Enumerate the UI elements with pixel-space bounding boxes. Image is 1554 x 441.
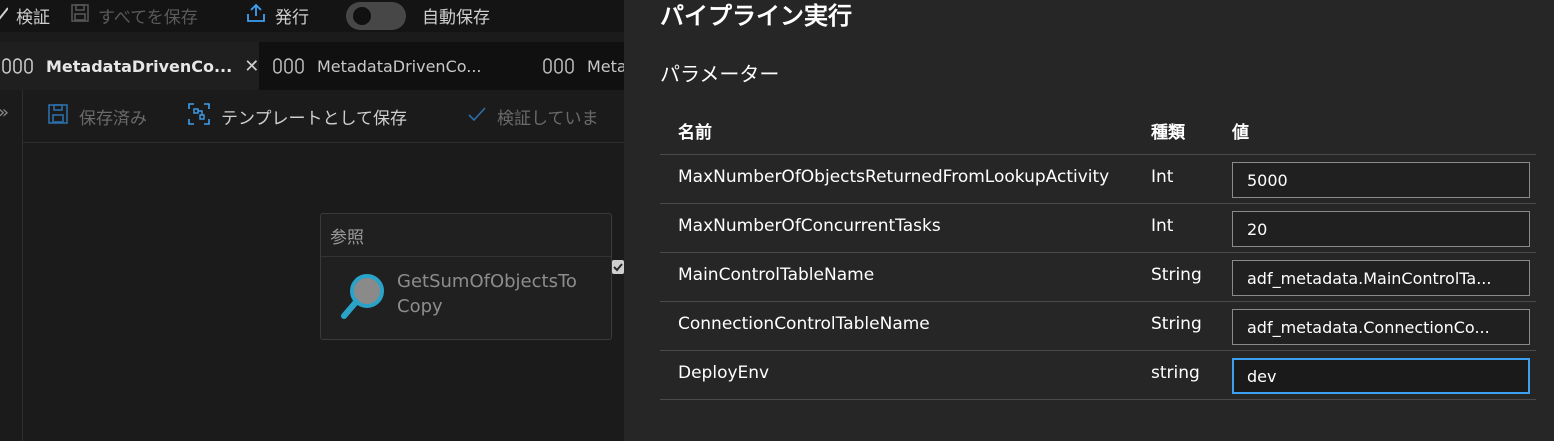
- pipeline-toolbar: 保存済み テンプレートとして保存 検証していま: [23, 90, 624, 143]
- table-row: MaxNumberOfConcurrentTasks Int: [660, 204, 1536, 253]
- table-row: DeployEnv string: [660, 351, 1536, 400]
- panel-subtitle: パラメーター: [660, 62, 780, 86]
- parameter-value-input[interactable]: [1232, 358, 1530, 394]
- parameter-type: String: [1151, 265, 1202, 285]
- parameter-type: Int: [1151, 167, 1174, 187]
- save-as-template-button[interactable]: テンプレートとして保存: [187, 90, 407, 142]
- save-template-label: テンプレートとして保存: [221, 108, 407, 129]
- activity-name: GetSumOfObjectsToCopy: [397, 271, 577, 317]
- save-icon: [47, 103, 69, 130]
- validate-all-button[interactable]: 検証: [0, 0, 50, 30]
- upload-icon: [245, 2, 267, 29]
- parameter-name: MaxNumberOfConcurrentTasks: [678, 216, 941, 236]
- parameter-value-input[interactable]: [1232, 162, 1530, 198]
- success-connector-icon[interactable]: [612, 260, 624, 274]
- autosave-toggle[interactable]: [346, 2, 406, 30]
- tab-pipeline-3[interactable]: Meta: [529, 42, 624, 90]
- factory-toolbar: 検証 すべてを保存 発行 自動保存: [0, 0, 624, 32]
- saved-button[interactable]: 保存済み: [47, 90, 147, 142]
- save-all-button[interactable]: すべてを保存: [70, 0, 198, 30]
- table-row: MainControlTableName String: [660, 253, 1536, 302]
- autosave-label: 自動保存: [422, 7, 490, 28]
- column-name-header: 名前: [678, 123, 712, 143]
- column-value-header: 値: [1232, 123, 1249, 143]
- parameter-value-input[interactable]: [1232, 211, 1530, 247]
- parameter-type: string: [1151, 363, 1200, 383]
- parameters-table: 名前 種類 値 MaxNumberOfObjectsReturnedFromLo…: [660, 106, 1536, 400]
- tab-pipeline-1[interactable]: MetadataDrivenCo... ✕: [0, 42, 259, 90]
- parameter-value-input[interactable]: [1232, 309, 1530, 345]
- parameter-name: MainControlTableName: [678, 265, 875, 285]
- toggle-knob: [353, 7, 371, 25]
- pipeline-icon: [543, 57, 577, 75]
- parameter-value-input[interactable]: [1232, 260, 1530, 296]
- column-type-header: 種類: [1151, 123, 1185, 143]
- validate-button[interactable]: 検証していま: [467, 90, 599, 142]
- pipeline-icon: [2, 57, 36, 75]
- pipeline-tabs: MetadataDrivenCo... ✕ MetadataDrivenCo..…: [0, 42, 624, 90]
- table-row: MaxNumberOfObjectsReturnedFromLookupActi…: [660, 155, 1536, 204]
- lookup-activity[interactable]: 参照 GetSumOfObjectsToCopy: [320, 213, 612, 340]
- parameter-name: MaxNumberOfObjectsReturnedFromLookupActi…: [678, 167, 1110, 187]
- validate-all-label: 検証: [16, 7, 50, 28]
- parameter-type: String: [1151, 314, 1202, 334]
- parameter-name: ConnectionControlTableName: [678, 314, 930, 334]
- tab-label: MetadataDrivenCo...: [46, 56, 233, 76]
- save-all-label: すべてを保存: [98, 7, 198, 28]
- pipeline-run-panel: パイプライン実行 パラメーター 名前 種類 値 MaxNumberOfObjec…: [624, 0, 1554, 441]
- lookup-icon: [339, 271, 389, 325]
- check-icon: [467, 106, 487, 127]
- saved-label: 保存済み: [79, 108, 147, 129]
- expand-chevron-icon[interactable]: »: [0, 102, 9, 123]
- table-row: ConnectionControlTableName String: [660, 302, 1536, 351]
- check-icon: [0, 5, 8, 25]
- table-header: 名前 種類 値: [660, 106, 1536, 155]
- save-icon: [70, 3, 90, 28]
- pipeline-icon: [273, 57, 307, 75]
- panel-title: パイプライン実行: [660, 2, 852, 30]
- validating-label: 検証していま: [497, 108, 599, 129]
- pipeline-workspace: 検証 すべてを保存 発行 自動保存 MetadataDrivenCo... ✕: [0, 0, 624, 441]
- tab-label: Meta: [587, 56, 624, 76]
- tab-pipeline-2[interactable]: MetadataDrivenCo...: [257, 42, 528, 90]
- template-icon: [187, 102, 211, 131]
- parameter-type: Int: [1151, 216, 1174, 236]
- activity-category: 参照: [321, 214, 611, 257]
- parameter-name: DeployEnv: [678, 363, 770, 383]
- tab-label: MetadataDrivenCo...: [317, 56, 482, 76]
- publish-button[interactable]: 発行: [245, 0, 309, 30]
- publish-label: 発行: [275, 7, 309, 28]
